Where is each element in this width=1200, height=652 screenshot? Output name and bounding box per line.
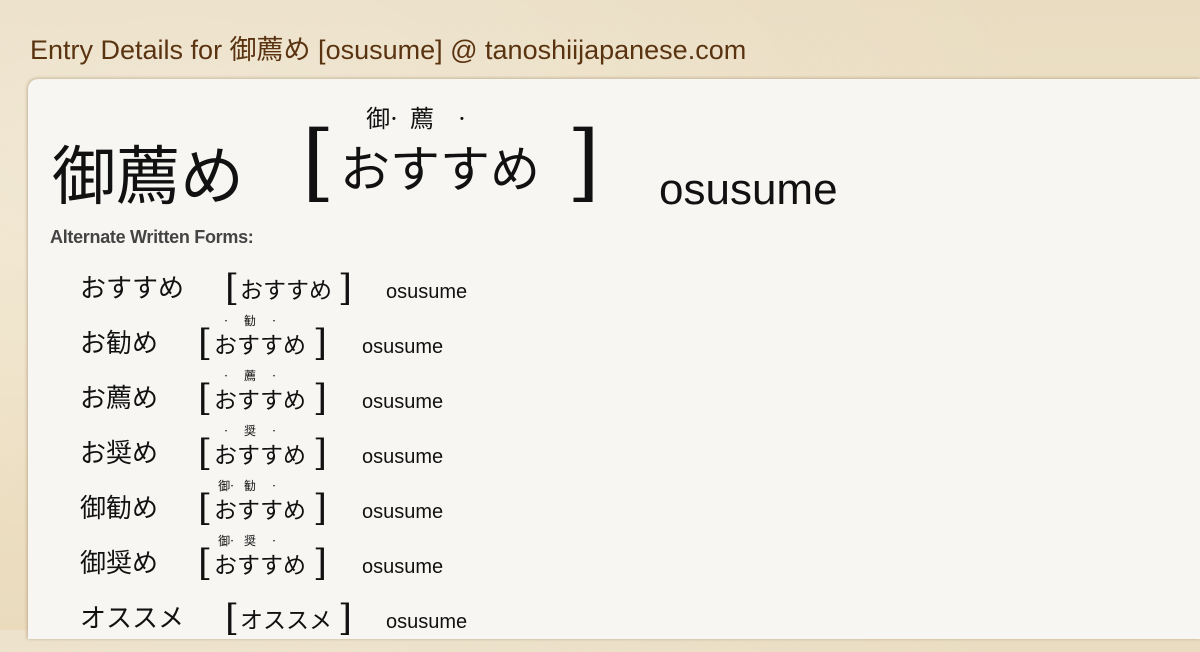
bracket-close: ] [313,433,328,474]
alt-furigana: 御· 奨 · [214,534,310,548]
page-header: Entry Details for 御薦め [osusume] @ tanosh… [30,30,1180,70]
furigana-char: · [272,314,276,328]
furigana-char: 御· [218,479,234,493]
bracket-open: [ [198,378,213,419]
bracket-close: ] [338,268,353,309]
alt-kanji: オススメ [80,604,185,634]
furigana-char: 薦 [410,105,434,133]
entry-kanji: 御薦め [52,141,244,215]
alternate-form-row: お奨め [ · 奨 · おすすめ ] osusume [80,424,880,487]
bracket-close: ] [338,598,353,639]
alternate-form-row: お勧め [ · 勧 · おすすめ ] osusume [80,314,880,377]
alt-furigana: · 薦 · [214,369,310,383]
alternate-forms-label: Alternate Written Forms: [50,227,254,247]
alt-romaji: osusume [386,611,468,633]
reading-bracket-close: ] [567,113,600,211]
alt-romaji: osusume [362,336,444,358]
alternate-form-row: お薦め [ · 薦 · おすすめ ] osusume [80,369,880,432]
alt-furigana: 御· 勧 · [214,479,310,493]
furigana-char: 奨 [243,424,256,438]
furigana-char: · [272,479,276,493]
alt-kanji: お奨め [80,439,159,469]
furigana-char: 薦 [243,369,256,383]
alt-kana: おすすめ [240,278,332,304]
furigana-char: · [224,424,228,438]
furigana-char: 勧 [243,479,256,493]
bracket-close: ] [313,543,328,584]
entry-kana: おすすめ [340,141,540,199]
alt-kana: おすすめ [214,498,306,524]
entry-panel: 御薦め [ 御· 薦 · おすすめ ] osusume Alternate Writ… [28,79,1200,639]
alt-kana: おすすめ [214,388,306,414]
alternate-form-row: おすすめ [ おすすめ ] osusume [80,267,880,322]
bracket-close: ] [313,378,328,419]
alt-kana: おすすめ [214,443,306,469]
alternate-form-row: 御勧め [ 御· 勧 · おすすめ ] osusume [80,479,880,542]
furigana-char: · [272,534,276,548]
bracket-open: [ [198,323,213,364]
entry-romaji: osusume [659,165,838,214]
furigana-char: 勧 [243,314,256,328]
alt-furigana: · 奨 · [214,424,310,438]
alt-furigana: · 勧 · [214,314,310,328]
alt-kanji: 御勧め [80,494,159,524]
alt-kanji: お薦め [80,384,159,414]
bracket-close: ] [313,323,328,364]
furigana-char: · [272,424,276,438]
furigana-char: · [224,369,228,383]
alt-kana: おすすめ [214,553,306,579]
alt-kanji: お勧め [80,329,159,359]
alt-kanji: 御奨め [80,549,159,579]
page-title: Entry Details for 御薦め [osusume] @ tanosh… [30,35,747,65]
bracket-open: [ [198,433,213,474]
furigana-char: · [224,314,228,328]
furigana-char: · [458,105,466,133]
reading-bracket-open: [ [302,113,335,211]
alternate-form-row: オススメ [ オススメ ] osusume [80,597,880,652]
furigana-char: 奨 [243,534,256,548]
alt-romaji: osusume [362,556,444,578]
alt-romaji: osusume [362,391,444,413]
furigana-char: 御· [218,534,234,548]
furigana-char: · [272,369,276,383]
alternate-form-row: 御奨め [ 御· 奨 · おすすめ ] osusume [80,534,880,597]
alt-romaji: osusume [386,281,468,303]
alt-kana: オススメ [240,608,332,634]
alt-romaji: osusume [362,501,444,523]
alt-kanji: おすすめ [80,274,185,304]
bracket-close: ] [313,488,328,529]
bracket-open: [ [225,598,240,639]
bracket-open: [ [198,543,213,584]
main-entry: 御薦め [ 御· 薦 · おすすめ ] osusume [52,104,952,215]
entry-furigana: 御· 薦 · [362,104,572,134]
alt-kana: おすすめ [214,333,306,359]
bracket-open: [ [198,488,213,529]
bracket-open: [ [225,268,240,309]
furigana-char: 御· [366,105,398,133]
alt-romaji: osusume [362,446,444,468]
